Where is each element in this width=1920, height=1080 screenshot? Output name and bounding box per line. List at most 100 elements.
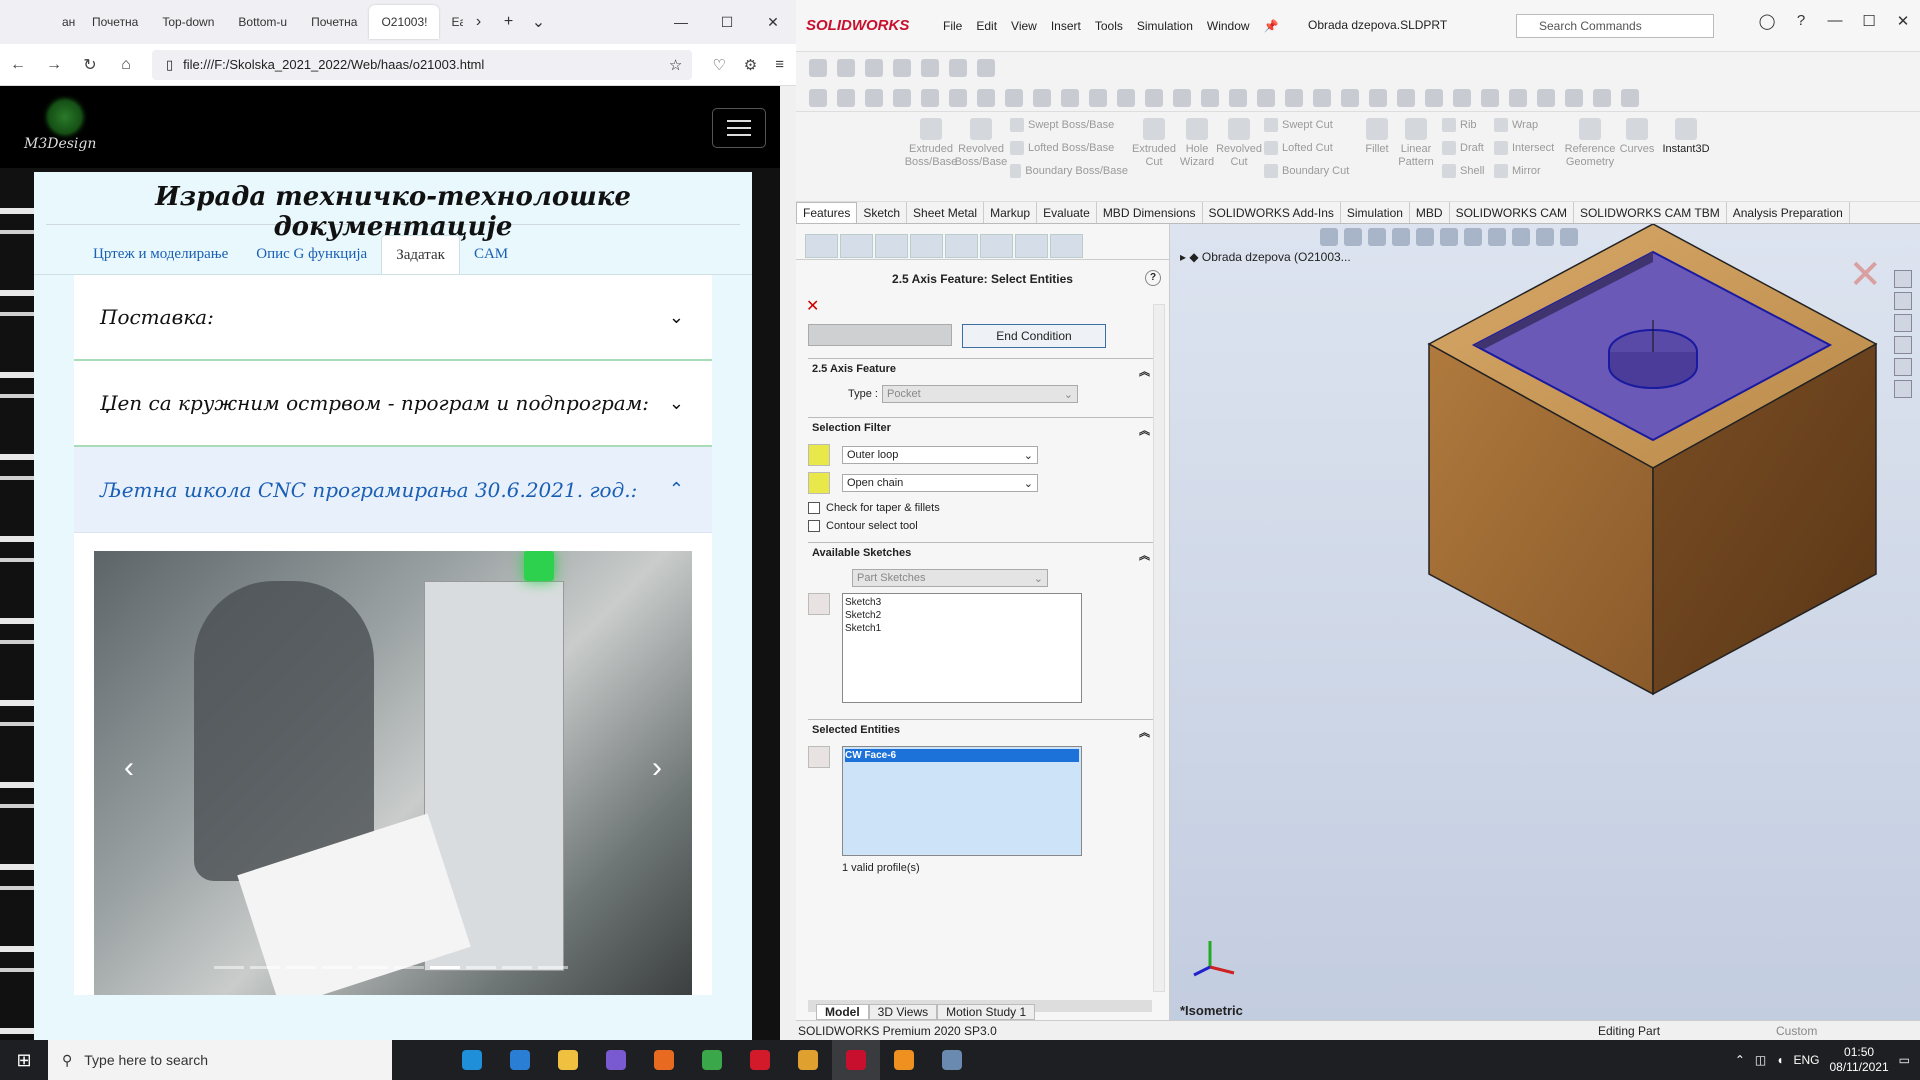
sketch-list[interactable]: Sketch3 Sketch2 Sketch1 xyxy=(842,593,1082,703)
language-indicator[interactable]: ENG xyxy=(1793,1053,1819,1067)
tool-icon[interactable] xyxy=(893,89,911,107)
tool-icon[interactable] xyxy=(1341,89,1359,107)
tool-icon[interactable] xyxy=(1285,89,1303,107)
tool-icon[interactable] xyxy=(809,89,827,107)
tool-icon[interactable] xyxy=(1089,89,1107,107)
tab-cam-tbm[interactable]: SOLIDWORKS CAM TBM xyxy=(1574,202,1727,223)
media-player-icon[interactable] xyxy=(784,1040,832,1080)
tool-icon[interactable] xyxy=(1425,89,1443,107)
address-bar[interactable]: ▯ file:///F:/Skolska_2021_2022/Web/haas/… xyxy=(152,49,693,80)
carousel-indicator-active[interactable] xyxy=(430,966,460,969)
lofted-cut-button[interactable]: Lofted Cut xyxy=(1264,141,1356,155)
pocket-icon[interactable]: ♡ xyxy=(712,56,725,74)
menu-view[interactable]: View xyxy=(1004,19,1044,33)
tab-features[interactable]: Features xyxy=(796,202,858,223)
cancel-x-icon[interactable]: ✕ xyxy=(806,296,1169,316)
carousel-indicator[interactable] xyxy=(250,966,280,969)
menu-insert[interactable]: Insert xyxy=(1044,19,1088,33)
config-tab-icon[interactable] xyxy=(875,234,908,258)
hamburger-menu-button[interactable] xyxy=(712,108,766,148)
list-item[interactable]: CW Face-6 xyxy=(845,749,1079,762)
tool-icon[interactable] xyxy=(921,89,939,107)
carousel-prev-icon[interactable]: ‹ xyxy=(124,751,134,785)
clock[interactable]: 01:50 08/11/2021 xyxy=(1829,1045,1888,1075)
minimize-icon[interactable]: — xyxy=(658,14,704,31)
tool-icon[interactable] xyxy=(1201,89,1219,107)
collapse-icon[interactable]: ︽ xyxy=(1139,422,1150,438)
intersect-button[interactable]: Intersect xyxy=(1494,141,1558,155)
app-icon[interactable] xyxy=(928,1040,976,1080)
filter-select-2[interactable]: Open chain ⌄ xyxy=(842,474,1038,492)
tool-icon[interactable] xyxy=(1313,89,1331,107)
windows-start-icon[interactable]: ⊞ xyxy=(0,1050,48,1071)
select-entities-button[interactable] xyxy=(808,324,952,346)
appearance-tab-icon[interactable] xyxy=(945,234,978,258)
tab-g-functions[interactable]: Опис G функција xyxy=(242,235,381,274)
carousel-indicator[interactable] xyxy=(394,966,424,969)
tab-mbd[interactable]: MBD xyxy=(1410,202,1450,223)
tab-drawing-modeling[interactable]: Цртеж и моделирање xyxy=(79,235,242,274)
tool-icon[interactable] xyxy=(865,89,883,107)
tool-icon[interactable] xyxy=(1509,89,1527,107)
back-icon[interactable]: ← xyxy=(0,56,36,74)
chrome-icon[interactable] xyxy=(688,1040,736,1080)
tool-icon[interactable] xyxy=(949,89,967,107)
tool-icon[interactable] xyxy=(1229,89,1247,107)
instant3d-button[interactable]: Instant3D xyxy=(1656,112,1716,201)
firefox-icon[interactable] xyxy=(640,1040,688,1080)
list-item[interactable]: Sketch2 xyxy=(845,609,1079,622)
feature-tree-tab-icon[interactable] xyxy=(805,234,838,258)
tab-list-icon[interactable]: ⌄ xyxy=(523,12,553,32)
close-icon[interactable]: ✕ xyxy=(750,14,796,31)
maximize-icon[interactable]: ☐ xyxy=(704,14,750,31)
collapse-icon[interactable]: ︽ xyxy=(1139,363,1150,379)
tool-icon[interactable] xyxy=(1481,89,1499,107)
scroll-tabs-right-icon[interactable]: › xyxy=(463,13,493,31)
type-select[interactable]: Pocket ⌄ xyxy=(882,385,1078,403)
hole-wizard-button[interactable]: Hole Wizard xyxy=(1176,112,1218,201)
volume-icon[interactable]: ◖ xyxy=(1776,1053,1783,1067)
tab-cam[interactable]: CAM xyxy=(460,235,522,274)
user-icon[interactable]: ◯ xyxy=(1750,12,1784,30)
tab-motion-study[interactable]: Motion Study 1 xyxy=(937,1004,1036,1020)
tool-icon[interactable] xyxy=(1593,89,1611,107)
draft-button[interactable]: Draft xyxy=(1442,141,1486,155)
carousel-indicator[interactable] xyxy=(322,966,352,969)
reload-icon[interactable]: ↻ xyxy=(72,55,108,75)
sw-logo[interactable]: SOLIDWORKS xyxy=(806,17,936,34)
tool-icon[interactable] xyxy=(1369,89,1387,107)
tool-icon[interactable] xyxy=(1397,89,1415,107)
carousel-next-icon[interactable]: › xyxy=(652,751,662,785)
tool-icon[interactable] xyxy=(1621,89,1639,107)
tool-icon[interactable] xyxy=(1537,89,1555,107)
revolved-cut-button[interactable]: Revolved Cut xyxy=(1216,112,1262,201)
swept-cut-button[interactable]: Swept Cut xyxy=(1264,118,1356,132)
tab-task[interactable]: Задатак xyxy=(381,235,460,274)
logo-text[interactable]: M3Design xyxy=(24,136,96,152)
contour-tool-checkbox[interactable] xyxy=(808,520,820,532)
browser-tab[interactable]: Ea xyxy=(439,5,463,39)
menu-window[interactable]: Window xyxy=(1200,19,1257,33)
collapse-icon[interactable]: ︽ xyxy=(1139,724,1150,740)
bookmark-star-icon[interactable]: ☆ xyxy=(669,56,682,74)
swept-boss-button[interactable]: Swept Boss/Base xyxy=(1010,118,1128,132)
accordion-item[interactable]: Поставка: ⌄ xyxy=(74,275,712,361)
extruded-boss-button[interactable]: Extruded Boss/Base xyxy=(905,112,957,201)
browser-tab[interactable]: Почетна xyxy=(299,5,369,39)
tool-icon[interactable] xyxy=(1145,89,1163,107)
tab-3d-views[interactable]: 3D Views xyxy=(868,1004,938,1020)
tab-sheet-metal[interactable]: Sheet Metal xyxy=(907,202,985,223)
tool-icon[interactable] xyxy=(1061,89,1079,107)
file-explorer-icon[interactable] xyxy=(544,1040,592,1080)
pin-icon[interactable]: 📌 xyxy=(1257,19,1286,33)
page-scrollbar[interactable] xyxy=(780,86,796,1040)
dimxpert-tab-icon[interactable] xyxy=(910,234,943,258)
options-icon[interactable] xyxy=(949,59,967,77)
revolved-boss-button[interactable]: Revolved Boss/Base xyxy=(955,112,1007,201)
notifications-icon[interactable]: ▭ xyxy=(1899,1053,1910,1067)
browser-tab[interactable]: Top-down xyxy=(150,5,226,39)
menu-edit[interactable]: Edit xyxy=(969,19,1004,33)
tool-icon[interactable] xyxy=(1565,89,1583,107)
mirror-button[interactable]: Mirror xyxy=(1494,164,1558,178)
wrap-button[interactable]: Wrap xyxy=(1494,118,1558,132)
